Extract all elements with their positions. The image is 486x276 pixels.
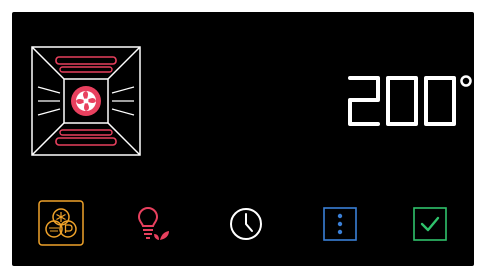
check-box-icon	[413, 207, 447, 241]
more-vertical-icon	[323, 207, 357, 241]
oven-fan-heat-icon[interactable]	[30, 45, 142, 157]
clock-icon	[230, 208, 262, 240]
dual-function-icon	[38, 200, 84, 246]
more-options-button[interactable]	[318, 202, 362, 246]
confirm-button[interactable]	[408, 202, 452, 246]
timer-button[interactable]	[224, 202, 268, 246]
bulb-eco-icon	[137, 206, 169, 240]
oven-display-panel: 200°	[12, 12, 474, 266]
dual-function-button[interactable]	[38, 200, 84, 246]
light-eco-button[interactable]	[132, 202, 176, 246]
temperature-display: 200°	[344, 72, 474, 132]
